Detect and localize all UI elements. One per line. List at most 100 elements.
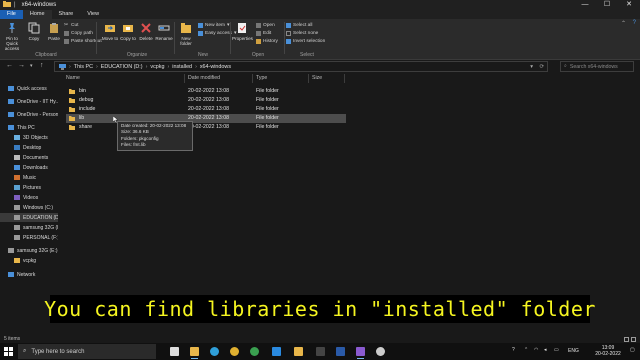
properties-button[interactable]: Properties (232, 22, 253, 41)
refresh-icon[interactable]: ⟳ (539, 64, 544, 70)
forward-icon[interactable]: → (18, 62, 25, 69)
breadcrumb-x64-windows[interactable]: x64-windows (200, 64, 231, 70)
tab-home[interactable]: Home (22, 10, 52, 19)
obs-icon[interactable] (374, 345, 387, 358)
vscode-icon[interactable] (270, 345, 283, 358)
terminal-icon[interactable] (314, 345, 327, 358)
windows-start-icon[interactable] (4, 347, 13, 356)
move-to-button[interactable]: Move to (100, 22, 120, 41)
up-icon[interactable]: ↑ (40, 62, 44, 69)
recent-locations-icon[interactable]: ▾ (30, 63, 33, 69)
sidebar-item-10[interactable]: Videos (0, 193, 58, 202)
invert-selection-button[interactable]: Invert selection (286, 39, 325, 44)
sidebar-item-6[interactable]: Documents (0, 153, 58, 162)
sidebar-item-12[interactable]: EDUCATION (D:) (0, 213, 58, 222)
edit-button[interactable]: Edit (256, 31, 271, 36)
sidebar-item-4[interactable]: 3D Objects (0, 133, 58, 142)
sidebar-item-7[interactable]: Downloads (0, 163, 58, 172)
select-all-button[interactable]: Select all (286, 23, 312, 28)
word-icon[interactable] (334, 345, 347, 358)
table-row[interactable]: share 20-02-2022 13:08 File folder (66, 123, 346, 132)
folder-app-icon[interactable] (292, 345, 305, 358)
breadcrumb-installed[interactable]: installed (172, 64, 192, 70)
breadcrumb-vcpkg[interactable]: vcpkg (150, 64, 164, 70)
sidebar-item-11[interactable]: Windows (C:) (0, 203, 58, 212)
sidebar-item-9[interactable]: Pictures (0, 183, 58, 192)
cut-button[interactable]: ✂ Cut (64, 23, 78, 28)
tab-share[interactable]: Share (52, 10, 81, 19)
select-none-button[interactable]: Select none (286, 31, 318, 36)
chrome-alt-icon[interactable] (248, 345, 261, 358)
sidebar-item-0[interactable]: Quick access (0, 84, 58, 93)
table-row[interactable]: debug 20-02-2022 13:08 File folder (66, 96, 346, 105)
address-dropdown-icon[interactable]: ▾ (530, 64, 533, 70)
show-hidden-icons-icon[interactable]: ⌃ (524, 347, 528, 353)
open-button[interactable]: Open (256, 23, 275, 28)
status-bar: 5 items (0, 336, 640, 343)
close-button[interactable]: ✕ (618, 0, 640, 10)
new-group-label: New (197, 52, 208, 58)
breadcrumb-this-pc[interactable]: This PC (74, 64, 93, 70)
notifications-icon[interactable]: ▢ (630, 347, 635, 353)
new-item-button[interactable]: New item ▾ (198, 23, 229, 28)
back-icon[interactable]: ← (6, 62, 13, 69)
edge-icon[interactable] (208, 345, 221, 358)
new-folder-button[interactable]: New folder (176, 22, 196, 46)
column-type[interactable]: Type (256, 75, 267, 81)
sidebar-item-3[interactable]: This PC (0, 123, 58, 132)
wifi-icon[interactable]: ◠ (534, 347, 538, 353)
taskbar-search[interactable]: ⌕ Type here to search (18, 344, 156, 359)
column-divider[interactable] (184, 74, 185, 83)
sidebar-item-15[interactable]: samsung 32G (E:) (0, 246, 58, 255)
column-date-modified[interactable]: Date modified (188, 75, 220, 81)
search-box[interactable]: ⌕ Search x64-windows (560, 61, 634, 72)
details-view-icon[interactable] (624, 337, 629, 342)
copy-path-button[interactable]: Copy path (64, 31, 93, 36)
file-explorer-icon[interactable] (188, 345, 201, 359)
column-name[interactable]: Name (66, 75, 80, 81)
battery-icon[interactable]: ▭ (554, 347, 559, 353)
task-view-icon[interactable] (168, 345, 181, 358)
tab-file[interactable]: File (0, 10, 23, 19)
column-divider[interactable] (344, 74, 345, 83)
chrome-icon[interactable] (228, 345, 241, 358)
breadcrumb-chevron: › (95, 63, 98, 70)
rename-button[interactable]: Rename (154, 22, 174, 41)
copy-button[interactable]: Copy (24, 22, 44, 41)
paste-button[interactable]: Paste (44, 22, 64, 41)
sidebar-item-1[interactable]: OneDrive - IIT Hy... (0, 97, 58, 106)
pin-quick-access-button[interactable]: Pin to Quick access (2, 22, 22, 51)
visual-studio-icon[interactable] (354, 345, 367, 359)
table-row[interactable]: include 20-02-2022 13:08 File folder (66, 105, 346, 114)
sidebar-item-2[interactable]: OneDrive - Person... (0, 110, 58, 119)
sidebar-item-17[interactable]: Network (0, 270, 58, 279)
column-size[interactable]: Size (312, 75, 322, 81)
help-icon[interactable]: ? (633, 20, 636, 26)
folder-app-icon (3, 1, 11, 9)
maximize-button[interactable]: ☐ (596, 0, 618, 10)
sidebar-item-14[interactable]: PERSONAL (F:) (0, 233, 58, 242)
help-tray-icon[interactable]: ? (512, 347, 515, 353)
column-divider[interactable] (252, 74, 253, 83)
history-button[interactable]: History (256, 39, 278, 44)
column-divider[interactable] (308, 74, 309, 83)
sidebar-item-8[interactable]: Music (0, 173, 58, 182)
speaker-icon[interactable]: ◂ (544, 347, 547, 353)
minimize-button[interactable]: — (574, 0, 596, 10)
clock[interactable]: 13:09 20-02-2022 (590, 345, 626, 357)
item-count: 5 items (4, 336, 21, 342)
copy-to-button[interactable]: Copy to (118, 22, 138, 41)
table-row[interactable]: bin 20-02-2022 13:08 File folder (66, 87, 346, 96)
tab-view[interactable]: View (80, 10, 106, 19)
sidebar-item-5[interactable]: Desktop (0, 143, 58, 152)
sidebar-item-16[interactable]: vcpkg (0, 256, 58, 265)
table-row[interactable]: lib 20-02-2022 13:08 File folder (66, 114, 346, 123)
breadcrumb-education[interactable]: EDUCATION (D:) (101, 64, 143, 70)
large-icons-view-icon[interactable] (631, 337, 636, 342)
address-bar[interactable]: › This PC › EDUCATION (D:) › vcpkg › ins… (54, 61, 548, 72)
delete-button[interactable]: Delete (136, 22, 156, 41)
folder-icon (14, 258, 20, 263)
sidebar-item-13[interactable]: samsung 32G (E:) (0, 223, 58, 232)
collapse-ribbon-icon[interactable]: ⌃ (621, 20, 626, 27)
language-indicator[interactable]: ENG (568, 348, 579, 354)
